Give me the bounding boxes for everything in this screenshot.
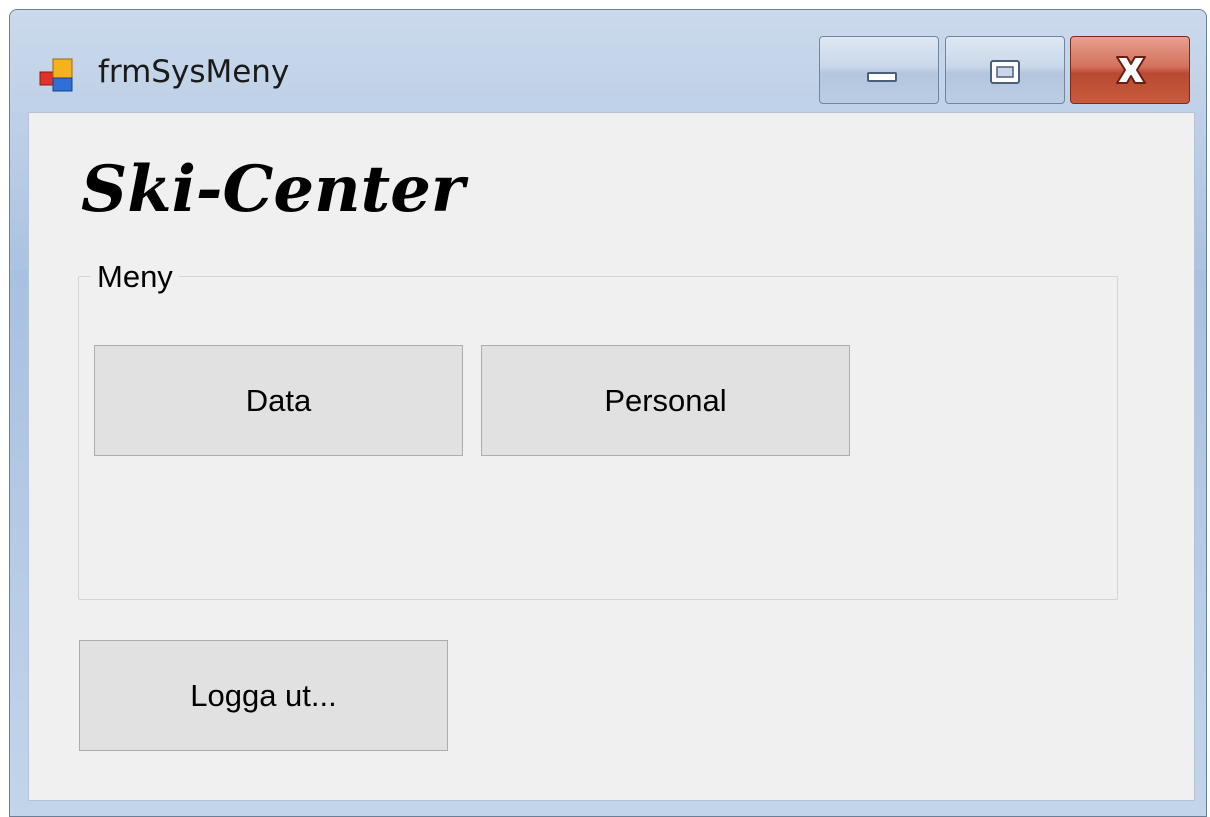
title-bar[interactable]: frmSysMeny bbox=[10, 10, 1206, 110]
menu-groupbox: Meny Data Personal bbox=[78, 260, 1118, 600]
logout-button[interactable]: Logga ut... bbox=[79, 640, 448, 751]
maximize-button[interactable] bbox=[945, 36, 1065, 104]
close-button[interactable] bbox=[1070, 36, 1190, 104]
menu-group-label: Meny bbox=[91, 260, 179, 294]
logo-text: Ski-Center bbox=[81, 152, 469, 227]
window-title: frmSysMeny bbox=[98, 54, 290, 90]
app-window: frmSysMeny Ski-Center Meny Data Personal… bbox=[9, 9, 1207, 817]
personal-button[interactable]: Personal bbox=[481, 345, 850, 456]
form-client-area: Ski-Center Meny Data Personal Logga ut..… bbox=[28, 112, 1195, 801]
data-button[interactable]: Data bbox=[94, 345, 463, 456]
ski-center-logo: Ski-Center bbox=[81, 152, 469, 227]
minimize-button[interactable] bbox=[819, 36, 939, 104]
app-icon bbox=[38, 57, 82, 101]
